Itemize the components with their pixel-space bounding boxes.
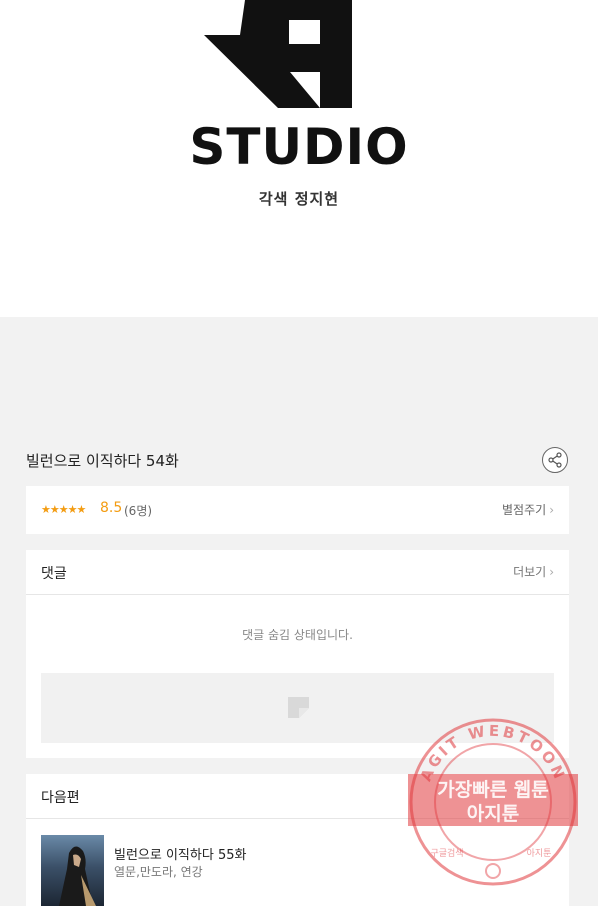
chevron-right-icon: › [549, 565, 554, 579]
share-icon [548, 452, 562, 468]
episode-title: 빌런으로 이직하다 54화 [26, 452, 179, 470]
rate-button-label: 별점주기 [502, 503, 547, 517]
character-thumbnail-art [59, 846, 96, 906]
comments-card: 댓글 더보기 › 댓글 숨김 상태입니다. [26, 550, 569, 758]
studio-wordmark: STUDIO [189, 118, 409, 176]
rate-button[interactable]: 별점주기 › [502, 501, 554, 518]
adaptation-credit: 각색 정지현 [258, 190, 340, 208]
comments-header: 댓글 더보기 › [26, 550, 569, 595]
chevron-right-icon: › [549, 503, 554, 517]
comments-more-link[interactable]: 더보기 › [513, 563, 554, 580]
rating-card: ★★★★★ 8.5 (6명) 별점주기 › [26, 486, 569, 534]
rating-score: 8.5 [100, 500, 123, 516]
share-button[interactable] [542, 447, 568, 473]
next-episode-thumbnail[interactable] [41, 835, 104, 906]
next-episode-title[interactable]: 빌런으로 이직하다 55화 [114, 844, 246, 863]
next-episode-section-title: 다음편 [41, 790, 80, 806]
rating-stars: ★★★★★ [41, 503, 86, 516]
studio-banner: STUDIO 각색 정지현 [0, 0, 598, 317]
ad-placeholder [41, 673, 554, 743]
comments-hidden-message: 댓글 숨김 상태입니다. [242, 628, 353, 642]
comments-title: 댓글 [41, 566, 67, 582]
rating-count: (6명) [124, 504, 153, 518]
comments-more-label: 더보기 [513, 565, 547, 579]
studio-logo-icon [204, 0, 352, 108]
next-episode-card: 다음편 빌런으로 이직하다 55화 열문,만도라, 연강 [26, 774, 569, 906]
next-episode-header: 다음편 [26, 774, 569, 819]
next-episode-authors: 열문,만도라, 연강 [114, 865, 203, 879]
image-placeholder-icon [288, 697, 309, 718]
